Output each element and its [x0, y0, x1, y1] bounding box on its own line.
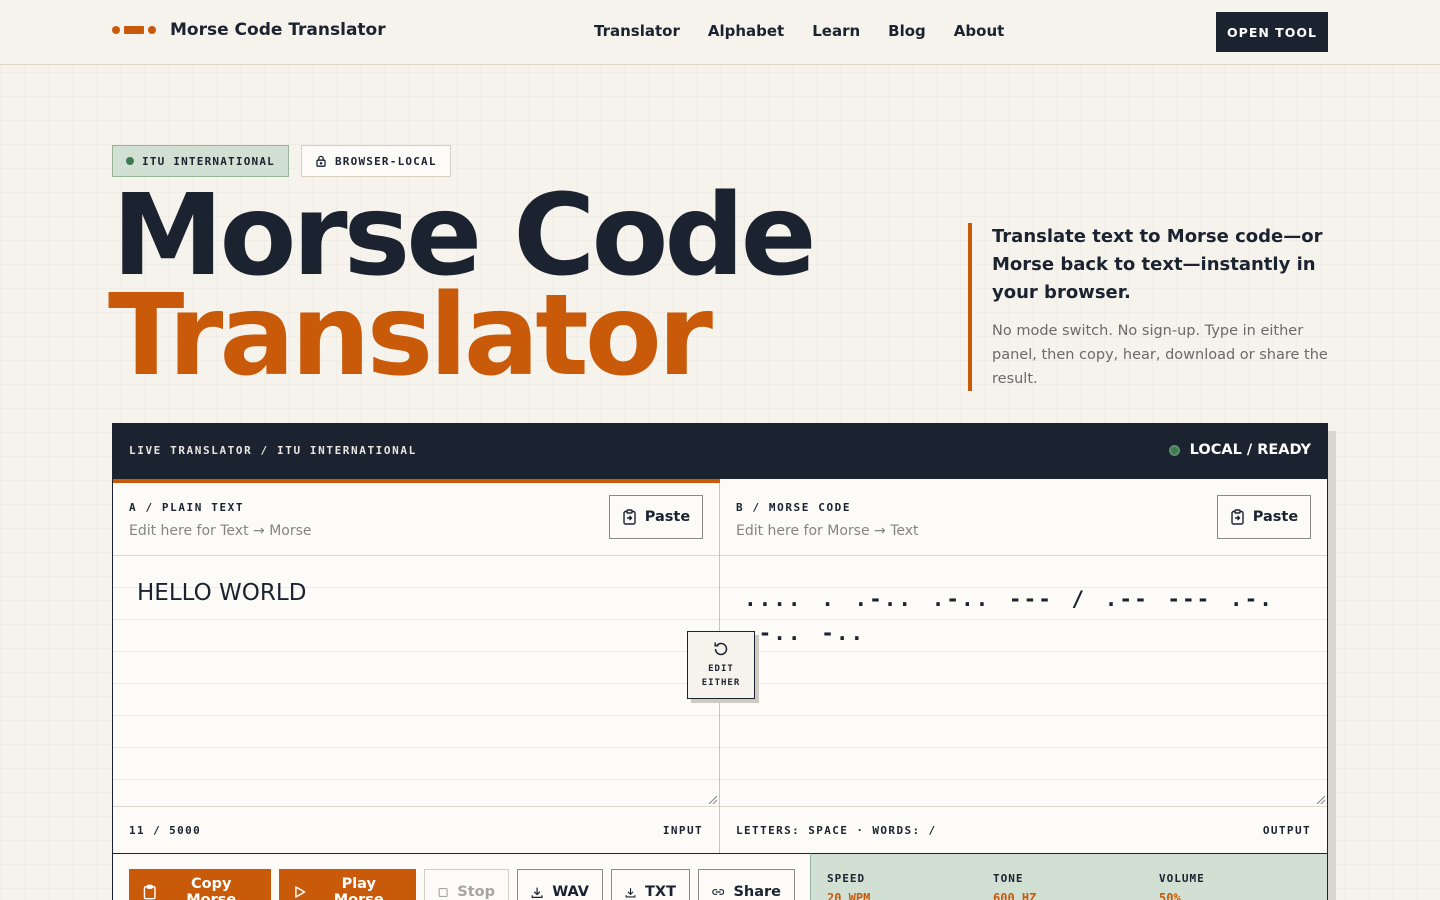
download-icon — [625, 887, 636, 897]
top-nav: Morse Code Translator Translator Alphabe… — [0, 0, 1440, 65]
hero-title-line2: Translator — [108, 271, 713, 401]
morse-code-value: .... . .-.. .-.. --- / .-- --- .-. .-.. … — [744, 587, 1274, 645]
audio-settings: SPEED 20 WPM TONE 600 HZ VOLUME 50% — [810, 853, 1327, 900]
play-morse-label: Play Morse — [333, 876, 384, 900]
stop-icon — [438, 887, 448, 897]
nav-links: Translator Alphabet Learn Blog About — [594, 22, 1004, 40]
hero-lead: Translate text to Morse code—or Morse ba… — [992, 226, 1323, 303]
translator-tool: LIVE TRANSLATOR / ITU INTERNATIONAL LOCA… — [112, 423, 1328, 900]
morse-code-pane-footer: LETTERS: SPACE · WORDS: / OUTPUT — [720, 806, 1327, 853]
plain-text-pane: A / PLAIN TEXT Edit here for Text → Mors… — [113, 479, 720, 853]
play-morse-button[interactable]: Play Morse — [279, 869, 416, 900]
morse-logo-icon — [112, 26, 158, 34]
resize-handle-icon[interactable] — [709, 796, 717, 804]
plain-text-value: HELLO WORLD — [137, 580, 307, 606]
nav-link-translator[interactable]: Translator — [594, 22, 680, 40]
nav-link-alphabet[interactable]: Alphabet — [708, 22, 784, 40]
open-tool-button[interactable]: OPEN TOOL — [1216, 12, 1328, 52]
nav-link-about[interactable]: About — [954, 22, 1005, 40]
morse-code-pane-label: B / MORSE CODE — [736, 501, 852, 514]
paste-text-button[interactable]: Paste — [609, 495, 703, 539]
link-icon — [712, 889, 725, 895]
plain-text-pane-footer: 11 / 5000 INPUT — [113, 806, 719, 853]
character-count: 11 / 5000 — [129, 824, 202, 837]
stop-label: Stop — [457, 884, 495, 900]
download-txt-label: TXT — [645, 884, 676, 900]
tool-status-label: LOCAL / READY — [1189, 442, 1311, 458]
volume-setting[interactable]: VOLUME 50% — [1159, 872, 1205, 900]
hero-subtext: No mode switch. No sign-up. Type in eith… — [992, 323, 1328, 387]
plain-text-pane-hint: Edit here for Text → Morse — [129, 523, 312, 539]
nav-link-learn[interactable]: Learn — [812, 22, 860, 40]
input-role-label: INPUT — [662, 824, 703, 837]
plain-text-pane-label: A / PLAIN TEXT — [129, 501, 245, 514]
volume-label: VOLUME — [1159, 872, 1205, 885]
brand[interactable]: Morse Code Translator — [112, 20, 386, 40]
clipboard-icon — [623, 509, 636, 525]
stop-button[interactable]: Stop — [424, 869, 509, 900]
paste-morse-button-label: Paste — [1252, 509, 1299, 525]
share-label: Share — [733, 884, 781, 900]
tool-header: LIVE TRANSLATOR / ITU INTERNATIONAL LOCA… — [113, 424, 1327, 479]
lock-icon — [316, 155, 326, 167]
morse-code-pane-header: B / MORSE CODE Edit here for Morse → Tex… — [720, 479, 1327, 556]
edit-either-label-1: EDIT — [708, 664, 734, 674]
tool-header-title: LIVE TRANSLATOR / ITU INTERNATIONAL — [129, 444, 417, 457]
tone-setting[interactable]: TONE 600 HZ — [993, 872, 1036, 900]
download-wav-label: WAV — [552, 884, 589, 900]
privacy-badge-label: BROWSER-LOCAL — [334, 154, 437, 168]
status-led-icon — [1168, 444, 1180, 456]
tool-status: LOCAL / READY — [1168, 442, 1311, 458]
morse-code-pane: B / MORSE CODE Edit here for Morse → Tex… — [720, 479, 1327, 853]
clipboard-icon — [143, 884, 156, 900]
paste-text-button-label: Paste — [644, 509, 691, 525]
standard-badge-label: ITU INTERNATIONAL — [142, 154, 275, 168]
hero-title: Morse Code Translator — [108, 180, 817, 392]
status-dot-icon — [126, 157, 134, 165]
play-icon — [295, 886, 306, 898]
speed-label: SPEED — [827, 872, 866, 885]
brand-name: Morse Code Translator — [170, 20, 386, 40]
separator-legend: LETTERS: SPACE · WORDS: / — [736, 824, 937, 837]
download-txt-button[interactable]: TXT — [611, 869, 690, 900]
copy-morse-label: Copy Morse — [186, 876, 237, 900]
paste-morse-button[interactable]: Paste — [1217, 495, 1311, 539]
action-bar: Copy Morse Play Morse Stop WAV TXT Share — [113, 853, 810, 900]
volume-value: 50% — [1159, 891, 1181, 900]
nav-link-blog[interactable]: Blog — [888, 22, 926, 40]
tone-value: 600 HZ — [993, 891, 1037, 900]
refresh-icon — [714, 642, 728, 656]
resize-handle-icon[interactable] — [1317, 796, 1325, 804]
clipboard-icon — [1231, 509, 1244, 525]
tone-label: TONE — [993, 872, 1024, 885]
download-wav-button[interactable]: WAV — [517, 869, 603, 900]
morse-code-input[interactable]: .... . .-.. .-.. --- / .-- --- .-. .-.. … — [720, 556, 1327, 806]
output-role-label: OUTPUT — [1262, 824, 1311, 837]
download-icon — [531, 887, 543, 898]
edit-either-button[interactable]: EDIT EITHER — [687, 631, 755, 699]
copy-morse-button[interactable]: Copy Morse — [129, 869, 271, 900]
plain-text-input[interactable]: HELLO WORLD — [113, 556, 719, 806]
speed-setting[interactable]: SPEED 20 WPM — [827, 872, 870, 900]
morse-code-pane-hint: Edit here for Morse → Text — [736, 523, 919, 539]
share-button[interactable]: Share — [698, 869, 795, 900]
speed-value: 20 WPM — [827, 891, 871, 900]
edit-either-label-2: EITHER — [701, 678, 741, 688]
plain-text-pane-header: A / PLAIN TEXT Edit here for Text → Mors… — [113, 479, 719, 556]
hero-description: Translate text to Morse code—or Morse ba… — [968, 223, 1328, 391]
